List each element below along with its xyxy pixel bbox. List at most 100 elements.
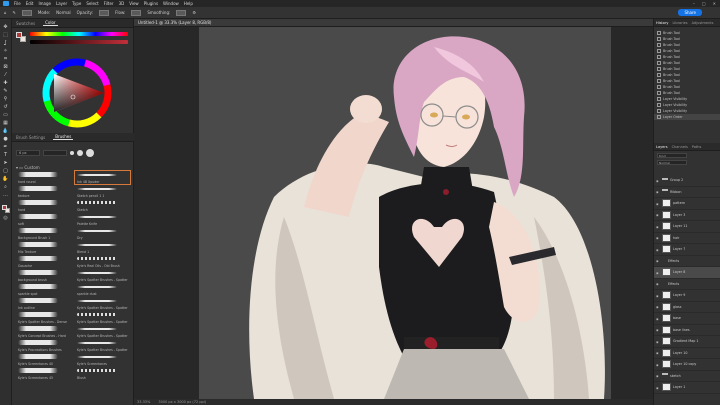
lasso-tool-icon[interactable]: ʆ — [2, 41, 9, 46]
menu-help[interactable]: Help — [184, 1, 193, 6]
visibility-eye-icon[interactable]: ◉ — [656, 317, 660, 321]
brush-preset[interactable]: Kyle's Spatter Brushes - Spatter — [75, 297, 130, 310]
brush-preset[interactable]: background brush — [16, 269, 71, 282]
minimize-icon[interactable]: – — [693, 1, 695, 6]
layer-row[interactable]: ◉ Effects — [654, 279, 720, 290]
brush-tool-icon[interactable]: ✎ — [13, 10, 16, 15]
layer-row[interactable]: ◉ Ribbon — [654, 187, 720, 198]
visibility-eye-icon[interactable]: ◉ — [656, 351, 660, 355]
layer-row[interactable]: ◉ sketch — [654, 371, 720, 382]
visibility-eye-icon[interactable]: ◉ — [656, 248, 660, 252]
brush-preset[interactable]: Kyle's Spatter Brushes - Spatter — [75, 311, 130, 324]
visibility-eye-icon[interactable]: ◉ — [656, 294, 660, 298]
share-button[interactable]: Share — [678, 9, 702, 16]
layer-row[interactable]: ◉ Effects — [654, 256, 720, 267]
hue-slider[interactable] — [30, 32, 128, 36]
opacity-field[interactable] — [99, 9, 110, 16]
menu-image[interactable]: Image — [38, 1, 51, 6]
tab-channels[interactable]: Channels — [672, 145, 688, 149]
brush-preset[interactable]: hard — [16, 199, 71, 212]
brush-preset[interactable]: Palette Knife — [75, 213, 130, 226]
brush-preset[interactable]: Ink outline — [16, 297, 71, 310]
visibility-eye-icon[interactable]: ◉ — [656, 213, 660, 217]
visibility-eye-icon[interactable]: ◉ — [656, 259, 660, 263]
zoom-tool-icon[interactable]: ⌕ — [2, 185, 9, 190]
brush-preset[interactable]: Dry — [75, 227, 130, 240]
brush-preset[interactable]: Sketch pencil 1 1 — [75, 185, 130, 198]
menu-file[interactable]: File — [14, 1, 21, 6]
brush-search-field[interactable] — [43, 150, 67, 156]
brush-preset[interactable]: Background Brush 1 — [16, 227, 71, 240]
visibility-eye-icon[interactable]: ◉ — [656, 202, 660, 206]
visibility-eye-icon[interactable]: ◉ — [656, 386, 660, 390]
magic-wand-tool-icon[interactable]: ✧ — [2, 49, 9, 54]
menu-plugins[interactable]: Plugins — [144, 1, 158, 6]
brush-preset[interactable]: Blend 1 — [75, 241, 130, 254]
menu-select[interactable]: Select — [86, 1, 98, 6]
eyedropper-tool-icon[interactable]: ⁄ — [2, 73, 9, 78]
path-selection-icon[interactable]: ➤ — [2, 161, 9, 166]
history-brush-icon[interactable]: ↺ — [2, 105, 9, 110]
layer-filter-select[interactable]: Kind — [657, 153, 687, 158]
layer-row[interactable]: ◉ Layer 10 copy — [654, 359, 720, 371]
brush-size-field[interactable]: 6 px — [16, 150, 40, 156]
visibility-eye-icon[interactable]: ◉ — [656, 236, 660, 240]
brush-size-large[interactable] — [86, 149, 94, 157]
layer-row[interactable]: ◉ base — [654, 313, 720, 325]
tab-history[interactable]: History — [656, 21, 668, 25]
stamp-tool-icon[interactable]: ⚲ — [2, 97, 9, 102]
brush-preset[interactable]: Ink 4B Xpuder — [74, 170, 131, 185]
menu-3d[interactable]: 3D — [119, 1, 125, 6]
history-item[interactable]: Layer Order — [654, 114, 720, 120]
crop-tool-icon[interactable]: ⌗ — [2, 57, 9, 62]
brush-preset[interactable]: Kyle's Procreations Brushes — [16, 339, 71, 352]
marquee-tool-icon[interactable]: ⬚ — [2, 33, 9, 38]
brush-preset[interactable]: Blush — [75, 367, 130, 380]
layer-row[interactable]: ◉ Layer 10 — [654, 348, 720, 359]
brush-size-medium[interactable] — [77, 150, 83, 156]
blur-tool-icon[interactable]: 💧 — [2, 129, 9, 134]
visibility-eye-icon[interactable]: ◉ — [656, 374, 660, 378]
gradient-tool-icon[interactable]: ▦ — [2, 121, 9, 126]
brush-preset[interactable]: Mix Texture — [16, 241, 71, 254]
layer-row[interactable]: ◉ Gradient Map 1 — [654, 336, 720, 348]
brush-preset-picker[interactable] — [21, 9, 32, 16]
layer-row[interactable]: ◉ Layer 8 — [654, 267, 720, 279]
tab-libraries[interactable]: Libraries — [672, 21, 687, 25]
value-slider[interactable] — [30, 40, 128, 44]
canvas-area[interactable] — [134, 27, 653, 399]
artwork-canvas[interactable] — [134, 27, 653, 399]
shape-tool-icon[interactable]: ▢ — [2, 169, 9, 174]
layer-row[interactable]: ◉ Layer 11 — [654, 221, 720, 233]
tab-adjustments[interactable]: Adjustments — [692, 21, 714, 25]
type-tool-icon[interactable]: T — [2, 153, 9, 158]
brush-preset[interactable]: sparkle spot — [16, 283, 71, 296]
color-chips[interactable] — [16, 32, 26, 42]
layer-row[interactable]: ◉ Group 2 — [654, 175, 720, 187]
brush-preset[interactable]: soft — [16, 213, 71, 226]
saturation-triangle[interactable] — [54, 74, 104, 112]
visibility-eye-icon[interactable]: ◉ — [656, 282, 660, 286]
menu-window[interactable]: Window — [163, 1, 179, 6]
layer-row[interactable]: ◉ Layer 9 — [654, 290, 720, 302]
move-tool-icon[interactable]: ✥ — [2, 25, 9, 30]
brush-preset[interactable]: Kyle's Real Oils - Old Brush — [75, 255, 130, 268]
brush-preset[interactable]: Kyle's Spatter Brushes - Spatter — [75, 339, 130, 352]
menu-edit[interactable]: Edit — [26, 1, 34, 6]
foreground-color-swatch[interactable] — [1, 205, 7, 210]
layer-row[interactable]: ◉ Layer 7 — [654, 244, 720, 256]
brush-preset[interactable]: texture — [16, 185, 71, 198]
tab-paths[interactable]: Paths — [692, 145, 702, 149]
brush-preset[interactable]: hard round — [16, 171, 71, 184]
visibility-eye-icon[interactable]: ◉ — [656, 363, 660, 367]
layer-row[interactable]: ◉ Layer 1 — [654, 382, 720, 394]
foreground-background-swatch[interactable] — [1, 205, 10, 213]
brush-preset[interactable]: Kyle's Spatter Brushes - Dense — [16, 311, 71, 324]
menu-layer[interactable]: Layer — [56, 1, 67, 6]
visibility-eye-icon[interactable]: ◉ — [656, 340, 660, 344]
healing-tool-icon[interactable]: ✚ — [2, 81, 9, 86]
tab-brush-settings[interactable]: Brush Settings — [14, 135, 47, 140]
photoshop-logo-icon[interactable] — [3, 1, 9, 6]
flow-field[interactable] — [131, 9, 142, 16]
tab-swatches[interactable]: Swatches — [14, 21, 37, 26]
